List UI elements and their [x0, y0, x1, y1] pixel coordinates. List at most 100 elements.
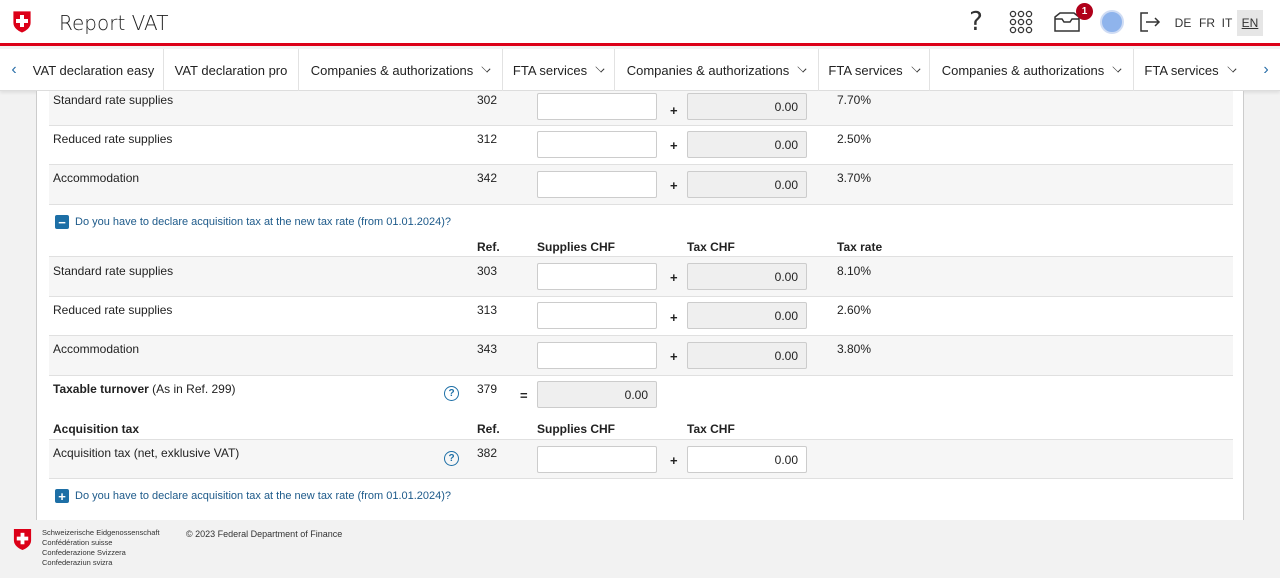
tax-input[interactable]: 0.00	[687, 446, 807, 473]
nav-item-companies[interactable]: Companies & authorizations	[930, 49, 1134, 91]
help-icon[interactable]: ?	[966, 7, 986, 37]
header-ref: Ref.	[477, 422, 500, 436]
row-ref: 343	[477, 342, 498, 356]
supplies-input[interactable]	[537, 342, 657, 369]
nav-item-companies[interactable]: Companies & authorizations	[615, 49, 819, 91]
lang-de[interactable]: DE	[1172, 10, 1194, 36]
row-ref: 313	[477, 303, 498, 317]
acquisition-new-rate-toggle[interactable]: + Do you have to declare acquisition tax…	[55, 489, 451, 503]
plus-operator: +	[670, 349, 678, 364]
swiss-cross-logo[interactable]	[11, 10, 33, 34]
tax-output: 0.00	[687, 342, 807, 369]
row-label: Standard rate supplies	[53, 264, 174, 278]
tax-output: 0.00	[687, 93, 807, 120]
nav-item-label: Companies & authorizations	[626, 62, 790, 78]
supplies-input[interactable]	[537, 263, 657, 290]
chevron-down-icon	[481, 62, 491, 73]
apps-grid-icon[interactable]	[1008, 8, 1034, 36]
table-row: Reduced rate supplies 313 + 0.00 2.60%	[49, 297, 1233, 336]
table-row: Reduced rate supplies 312 + 0.00 2.50%	[49, 126, 1233, 165]
chevron-down-icon	[911, 62, 921, 73]
expand-icon: +	[55, 489, 69, 503]
nav-item-fta-services[interactable]: FTA services	[819, 49, 930, 91]
nav-item-vat-pro[interactable]: VAT declaration pro	[164, 49, 299, 91]
plus-operator: +	[670, 270, 678, 285]
row-ref: 382	[477, 446, 498, 460]
chevron-down-icon	[595, 62, 605, 73]
inbox-badge: 1	[1076, 3, 1093, 20]
nav-item-label: FTA services	[828, 62, 903, 78]
table-row: Acquisition tax (net, exklusive VAT) ? 3…	[49, 439, 1233, 479]
supplies-input[interactable]	[537, 131, 657, 158]
question-icon[interactable]: ?	[444, 386, 459, 401]
header-tax-rate: Tax rate	[837, 240, 883, 254]
toggle-label: Do you have to declare acquisition tax a…	[75, 216, 452, 228]
avatar[interactable]	[1100, 10, 1124, 34]
lang-it[interactable]: IT	[1220, 10, 1234, 36]
supplies-input[interactable]	[537, 93, 657, 120]
taxable-turnover-row: Taxable turnover (As in Ref. 299) ? 379 …	[49, 376, 1233, 418]
nav-item-fta-services[interactable]: FTA services	[503, 49, 615, 91]
confederation-name: Confédération suisse	[42, 538, 113, 547]
section-title: Acquisition tax	[53, 422, 140, 436]
copyright: © 2023 Federal Department of Finance	[186, 529, 343, 539]
nav-item-label: VAT declaration pro	[174, 62, 288, 78]
tax-rate: 3.70%	[837, 171, 872, 185]
table-row: Standard rate supplies 303 + 0.00 8.10%	[49, 256, 1233, 297]
nav-item-label: FTA services	[512, 62, 588, 78]
row-label-bold: Taxable turnover	[53, 382, 149, 396]
row-ref: 302	[477, 93, 498, 107]
tax-output: 0.00	[687, 263, 807, 290]
nav-item-label: FTA services	[1144, 62, 1219, 78]
confederation-name: Confederaziun svizra	[42, 558, 113, 567]
lang-fr[interactable]: FR	[1197, 10, 1217, 36]
taxable-turnover-output: 0.00	[537, 381, 657, 408]
collapse-icon: −	[55, 215, 69, 229]
row-label: Standard rate supplies	[53, 93, 174, 107]
confederation-name: Confederazione Svizzera	[42, 548, 126, 557]
table-row: Standard rate supplies 302 + 0.00 7.70%	[49, 91, 1233, 126]
chevron-down-icon	[1112, 62, 1122, 73]
nav-item-label: Companies & authorizations	[310, 62, 474, 78]
nav-item-fta-services[interactable]: FTA services	[1134, 49, 1246, 91]
header-supplies: Supplies CHF	[537, 422, 616, 436]
logout-icon[interactable]	[1138, 8, 1162, 36]
confederation-name: Schweizerische Eidgenossenschaft	[42, 528, 160, 537]
lang-en[interactable]: EN	[1237, 10, 1263, 36]
plus-operator: +	[670, 103, 678, 118]
nav-prev-icon[interactable]: ‹	[2, 49, 26, 91]
supplies-input[interactable]	[537, 302, 657, 329]
swiss-cross-logo	[13, 529, 32, 550]
supplies-input[interactable]	[537, 171, 657, 198]
header-tax: Tax CHF	[687, 422, 735, 436]
row-label: Acquisition tax (net, exklusive VAT)	[53, 446, 240, 460]
nav-next-icon[interactable]: ›	[1254, 49, 1278, 91]
nav-item-label: Companies & authorizations	[941, 62, 1105, 78]
row-label: Accommodation	[53, 171, 140, 185]
plus-operator: +	[670, 310, 678, 325]
new-rate-toggle[interactable]: − Do you have to declare acquisition tax…	[55, 215, 451, 229]
tax-output: 0.00	[687, 171, 807, 198]
chevron-down-icon	[797, 62, 807, 73]
plus-operator: +	[670, 138, 678, 153]
row-ref: 312	[477, 132, 498, 146]
equals-operator: =	[520, 388, 528, 403]
plus-operator: +	[670, 178, 678, 193]
tax-rate: 2.50%	[837, 132, 872, 146]
nav-item-companies[interactable]: Companies & authorizations	[299, 49, 503, 91]
table-row: Accommodation 343 + 0.00 3.80%	[49, 336, 1233, 376]
question-icon[interactable]: ?	[444, 451, 459, 466]
row-label-rest: (As in Ref. 299)	[148, 382, 236, 396]
page-footer: Schweizerische Eidgenossenschaft Confédé…	[0, 520, 1280, 578]
supplies-input[interactable]	[537, 446, 657, 473]
header-supplies: Supplies CHF	[537, 240, 616, 254]
header-tax: Tax CHF	[687, 240, 735, 254]
tax-rate: 7.70%	[837, 93, 872, 107]
table-row: Accommodation 342 + 0.00 3.70%	[49, 165, 1233, 205]
app-title: Report VAT	[59, 11, 169, 35]
toggle-label: Do you have to declare acquisition tax a…	[75, 490, 452, 502]
nav-item-vat-easy[interactable]: VAT declaration easy	[24, 49, 164, 91]
chevron-down-icon	[1227, 62, 1237, 73]
tax-rate: 3.80%	[837, 342, 872, 356]
row-ref: 303	[477, 264, 498, 278]
